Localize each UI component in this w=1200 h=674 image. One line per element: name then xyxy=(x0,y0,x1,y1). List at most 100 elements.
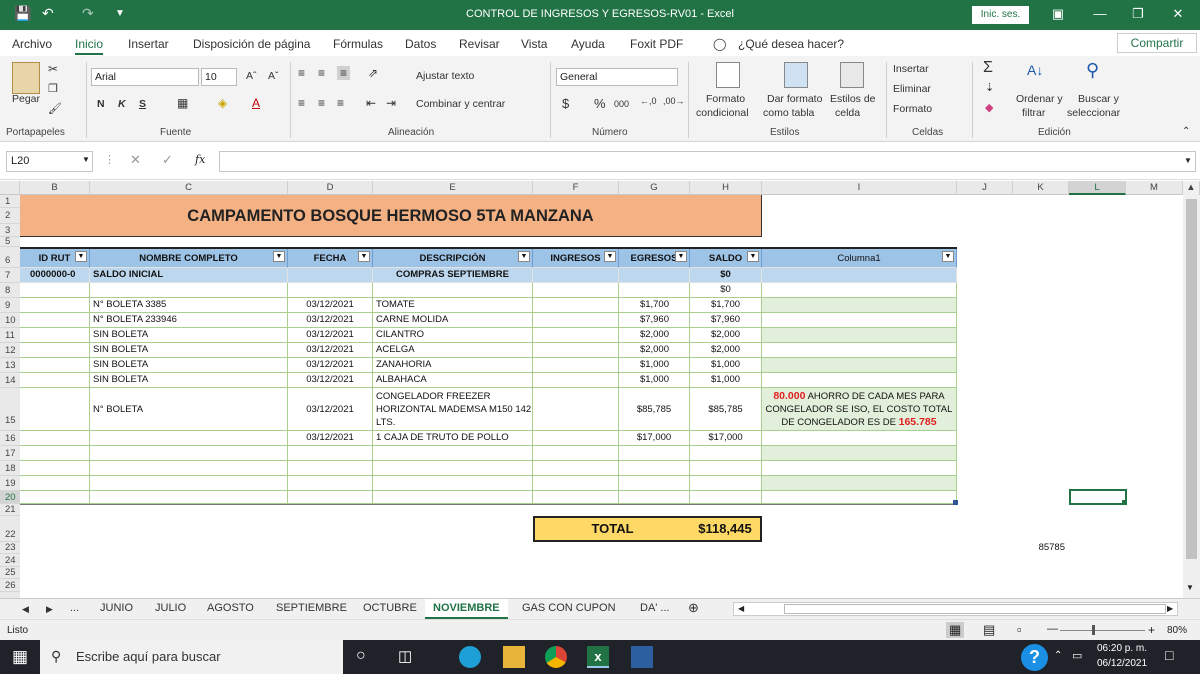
scroll-right-icon[interactable]: ▶ xyxy=(1167,604,1173,613)
formula-input[interactable] xyxy=(219,151,1196,172)
confirm-formula-icon[interactable]: ✓ xyxy=(162,152,173,168)
percent-button[interactable]: % xyxy=(594,96,606,111)
cell-saldo[interactable]: $1,700 xyxy=(690,298,762,313)
cell-fecha[interactable]: 03/12/2021 xyxy=(288,358,373,373)
header-nombre[interactable]: NOMBRE COMPLETO ▼ xyxy=(90,249,288,268)
file-explorer-icon[interactable] xyxy=(503,646,525,668)
cell-nombre[interactable]: N° BOLETA 3385 xyxy=(90,298,288,313)
select-all-corner[interactable] xyxy=(0,181,20,195)
restore-icon[interactable]: ❐ xyxy=(1128,6,1148,22)
note-cell[interactable]: 80.000 AHORRO DE CADA MES PARA CONGELADO… xyxy=(762,388,957,431)
zoom-slider-thumb[interactable] xyxy=(1092,625,1095,635)
total-value[interactable]: $118,445 xyxy=(690,516,762,542)
cell-saldo[interactable]: $7,960 xyxy=(690,313,762,328)
filter-dropdown-icon[interactable]: ▼ xyxy=(942,251,954,262)
cell-columna1[interactable] xyxy=(762,373,957,388)
fill-handle[interactable] xyxy=(1122,500,1127,505)
more-sheets-right[interactable]: DA' ... xyxy=(640,602,670,614)
fill-icon[interactable]: ⇣ xyxy=(985,81,994,94)
sheet-tab-gas[interactable]: GAS CON CUPON xyxy=(522,602,616,614)
cell[interactable] xyxy=(20,343,90,358)
conditional-format-label-2[interactable]: condicional xyxy=(696,107,749,119)
cell[interactable] xyxy=(373,461,533,476)
italic-button[interactable]: K xyxy=(118,98,126,110)
paste-label[interactable]: Pegar xyxy=(12,93,40,105)
sheet-tab-junio[interactable]: JUNIO xyxy=(100,602,133,614)
cell-columna1[interactable] xyxy=(762,283,957,298)
zoom-slider[interactable] xyxy=(1060,630,1145,631)
sort-filter-label-2[interactable]: filtrar xyxy=(1022,107,1045,119)
cell[interactable] xyxy=(762,431,957,446)
cell[interactable] xyxy=(288,446,373,461)
align-right-icon[interactable]: ≡ xyxy=(337,96,344,110)
collapse-ribbon-icon[interactable]: ⌃ xyxy=(1182,126,1190,137)
clock-time[interactable]: 06:20 p. m. xyxy=(1097,643,1147,654)
increase-indent-icon[interactable]: ⇥ xyxy=(386,96,396,110)
cell-descripcion[interactable]: ACELGA xyxy=(373,343,533,358)
cell[interactable] xyxy=(762,461,957,476)
cell[interactable] xyxy=(20,298,90,313)
clear-icon[interactable]: ◆ xyxy=(985,101,993,114)
cell-columna1[interactable] xyxy=(762,313,957,328)
normal-view-icon[interactable]: ▦ xyxy=(946,622,965,638)
cell-saldo[interactable]: $1,000 xyxy=(690,373,762,388)
row-header[interactable]: 22 xyxy=(0,516,20,542)
row-header[interactable]: 18 xyxy=(0,461,20,476)
cell-saldo[interactable]: $17,000 xyxy=(690,431,762,446)
cell[interactable] xyxy=(90,283,288,298)
cell-columna1[interactable] xyxy=(762,343,957,358)
ribbon-display-icon[interactable]: ▣ xyxy=(1048,6,1068,22)
vertical-scroll-thumb[interactable] xyxy=(1186,199,1197,559)
network-icon[interactable]: ▭ xyxy=(1072,649,1082,662)
cell[interactable] xyxy=(90,461,288,476)
cell-fecha[interactable]: 03/12/2021 xyxy=(288,431,373,446)
cell-k23[interactable]: 85785 xyxy=(1013,542,1069,554)
cell-fecha[interactable]: 03/12/2021 xyxy=(288,298,373,313)
tab-insertar[interactable]: Insertar xyxy=(128,37,169,51)
sheet-tab-noviembre[interactable]: NOVIEMBRE xyxy=(425,599,508,619)
cell[interactable] xyxy=(762,476,957,491)
cell[interactable] xyxy=(288,461,373,476)
scroll-down-icon[interactable]: ▼ xyxy=(1186,583,1194,592)
row-header[interactable]: 21 xyxy=(0,504,20,516)
tab-disposicion[interactable]: Disposición de página xyxy=(193,37,310,51)
cell[interactable] xyxy=(90,491,288,504)
cell-nombre[interactable]: SIN BOLETA xyxy=(90,373,288,388)
cell-ingresos[interactable] xyxy=(533,373,619,388)
align-middle-icon[interactable]: ≡ xyxy=(318,66,325,80)
scroll-left-icon[interactable]: ◀ xyxy=(738,604,744,613)
cell-fecha[interactable]: 03/12/2021 xyxy=(288,313,373,328)
add-sheet-icon[interactable]: ⊕ xyxy=(688,600,699,616)
worksheet-grid[interactable]: CAMPAMENTO BOSQUE HERMOSO 5TA MANZANA ID… xyxy=(20,195,1183,598)
fill-color-icon[interactable]: ◈ xyxy=(218,96,227,110)
cell-fecha[interactable] xyxy=(288,268,373,283)
cell-descripcion[interactable]: COMPRAS SEPTIEMBRE xyxy=(373,268,533,283)
cell[interactable] xyxy=(619,446,690,461)
excel-taskbar-icon[interactable]: x xyxy=(587,646,609,668)
insert-cells-button[interactable]: Insertar xyxy=(893,63,929,75)
copy-icon[interactable]: ❐ xyxy=(48,82,58,95)
selected-cell[interactable] xyxy=(1069,489,1127,505)
cell[interactable] xyxy=(20,358,90,373)
cell-nombre[interactable]: SIN BOLETA xyxy=(90,328,288,343)
cell[interactable] xyxy=(20,476,90,491)
row-header[interactable]: 26 xyxy=(0,579,20,592)
expand-formula-icon[interactable]: ▼ xyxy=(1184,156,1192,165)
page-layout-view-icon[interactable]: ▤ xyxy=(983,622,995,638)
filter-dropdown-icon[interactable]: ▼ xyxy=(358,251,370,262)
orientation-icon[interactable]: ⇗ xyxy=(368,66,378,80)
align-top-icon[interactable]: ≡ xyxy=(298,66,305,80)
cell-styles-label-2[interactable]: celda xyxy=(835,107,860,119)
cell-columna1[interactable] xyxy=(762,298,957,313)
cell-egresos[interactable]: $1,700 xyxy=(619,298,690,313)
row-header[interactable]: 1 xyxy=(0,195,20,208)
cancel-formula-icon[interactable]: ✕ xyxy=(130,152,141,168)
cell[interactable] xyxy=(373,446,533,461)
cell[interactable] xyxy=(20,328,90,343)
cell[interactable] xyxy=(762,446,957,461)
cell[interactable] xyxy=(90,431,288,446)
format-table-label-1[interactable]: Dar formato xyxy=(767,93,822,105)
share-button[interactable]: Compartir xyxy=(1117,33,1197,53)
cell[interactable] xyxy=(690,476,762,491)
taskbar-search[interactable]: Escribe aquí para buscar xyxy=(40,640,343,674)
